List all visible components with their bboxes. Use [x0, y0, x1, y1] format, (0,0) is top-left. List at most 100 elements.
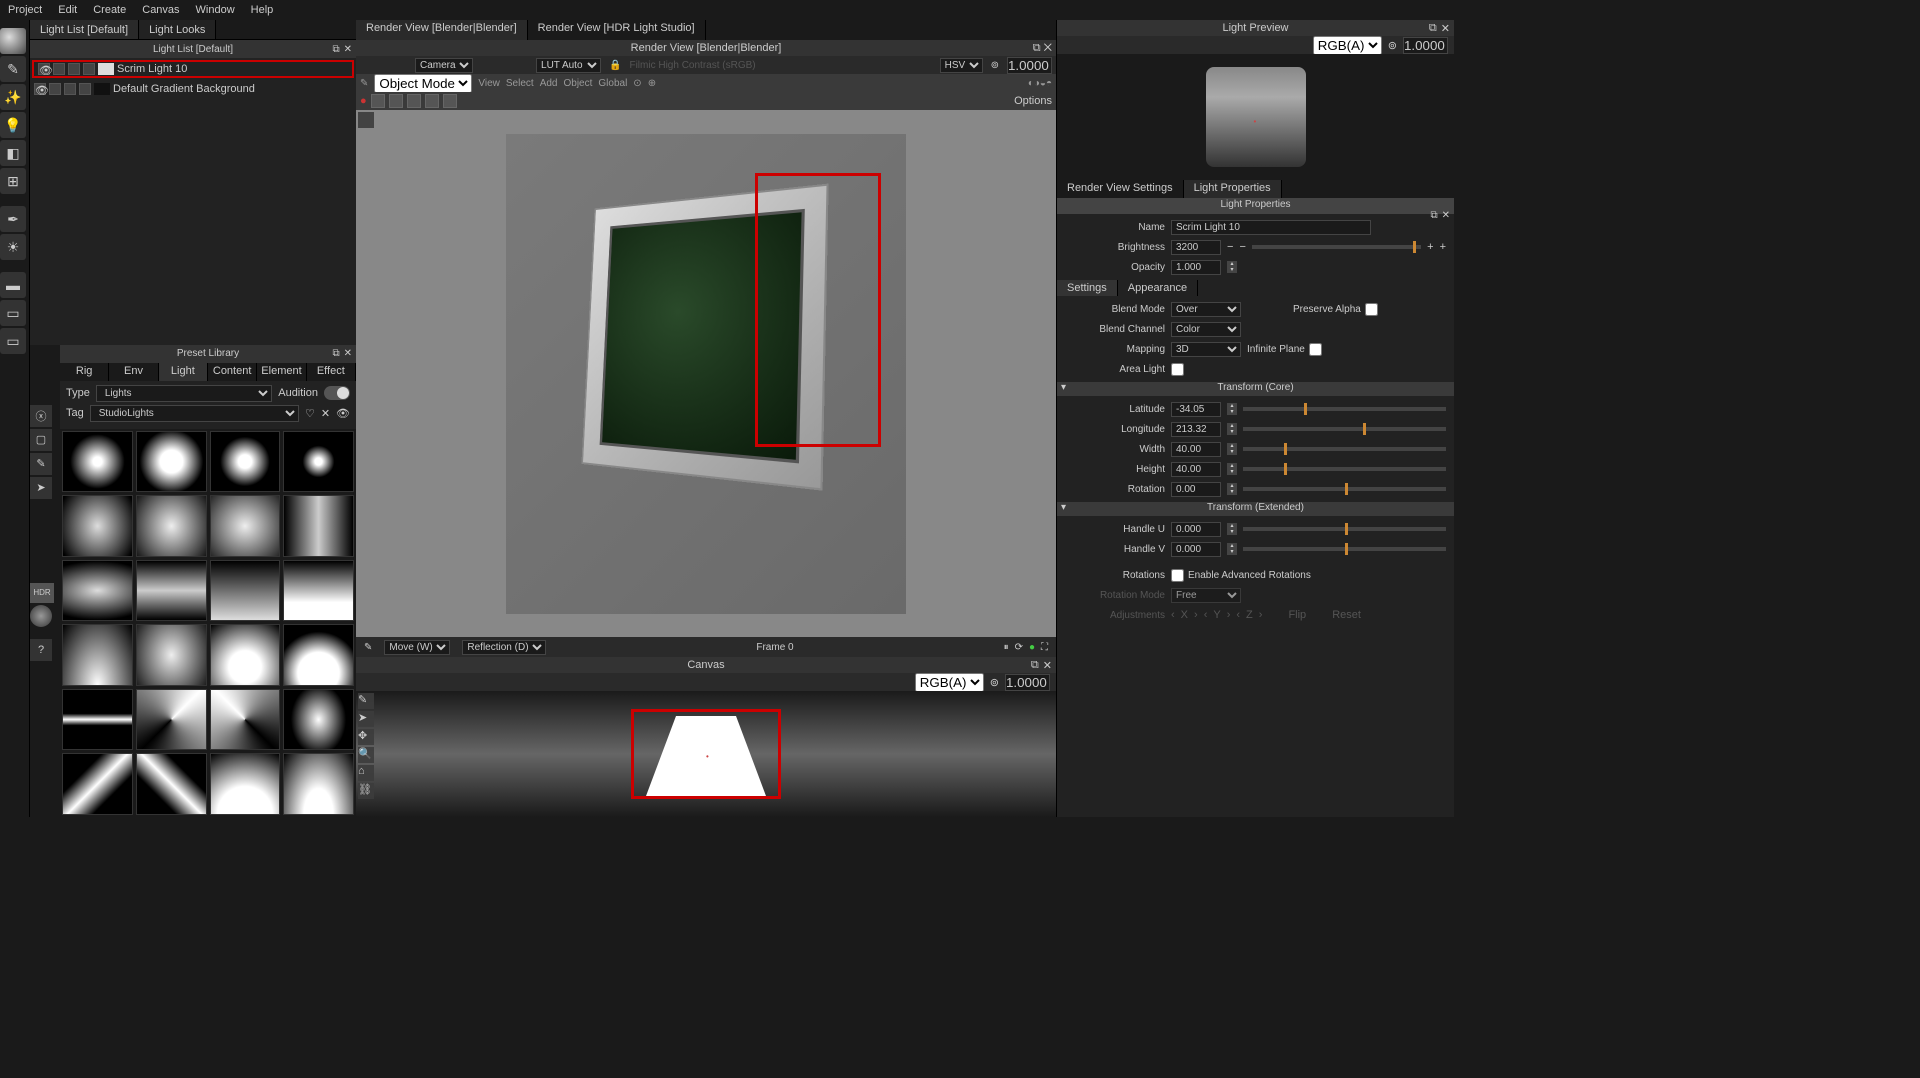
- minus2-icon[interactable]: −: [1239, 241, 1245, 253]
- canvas-exposure[interactable]: [1005, 674, 1050, 691]
- undock-icon[interactable]: ⧉: [1430, 210, 1437, 221]
- vp-btn[interactable]: [389, 94, 403, 108]
- tool-light-icon[interactable]: 💡: [0, 112, 26, 138]
- close-icon[interactable]: ✕: [1043, 659, 1052, 672]
- tool-panel3-icon[interactable]: ▭: [0, 328, 26, 354]
- move-icon[interactable]: ✥: [358, 729, 374, 745]
- hsv-select[interactable]: HSV: [940, 58, 983, 73]
- tool-panel1-icon[interactable]: ▬: [0, 272, 26, 298]
- menu-view[interactable]: View: [478, 78, 500, 89]
- tool-brush-icon[interactable]: ✎: [0, 56, 26, 82]
- preset-thumb[interactable]: [210, 753, 281, 815]
- preset-thumb[interactable]: [62, 753, 133, 815]
- preset-tab-content[interactable]: Content: [208, 363, 257, 381]
- x-icon[interactable]: ✕: [321, 407, 330, 420]
- exposure-value[interactable]: [1007, 57, 1052, 74]
- light-row-scrim-10[interactable]: 👁 Scrim Light 10: [32, 60, 354, 78]
- aperture-icon[interactable]: ⊚: [991, 60, 999, 71]
- preset-tab-rig[interactable]: Rig: [60, 363, 109, 381]
- tab-render-settings[interactable]: Render View Settings: [1057, 180, 1184, 198]
- eye-icon[interactable]: 👁: [336, 407, 350, 420]
- menu-create[interactable]: Create: [93, 4, 126, 16]
- down-icon[interactable]: ▾: [1227, 529, 1237, 535]
- preset-thumb[interactable]: [62, 431, 133, 493]
- solo-icon[interactable]: [53, 63, 65, 75]
- reflection-select[interactable]: Reflection (D): [462, 640, 546, 655]
- preview-exposure[interactable]: [1403, 37, 1448, 54]
- undock-icon[interactable]: ⧉: [1031, 659, 1039, 672]
- move-mode-select[interactable]: Move (W): [384, 640, 450, 655]
- camera-select[interactable]: Camera: [415, 58, 473, 73]
- preset-thumb[interactable]: [62, 560, 133, 622]
- infinite-plane-checkbox[interactable]: [1309, 343, 1322, 356]
- menu-edit[interactable]: Edit: [58, 4, 77, 16]
- handle-u-input[interactable]: [1171, 522, 1221, 537]
- tool-dir-icon[interactable]: ✎: [30, 453, 52, 475]
- name-input[interactable]: [1171, 220, 1371, 235]
- audition-toggle[interactable]: [324, 386, 350, 400]
- preset-tab-env[interactable]: Env: [109, 363, 158, 381]
- tool-pattern-icon[interactable]: ⊞: [0, 168, 26, 194]
- height-input[interactable]: [1171, 462, 1221, 477]
- close-icon[interactable]: ✕: [1441, 22, 1450, 35]
- latitude-slider[interactable]: [1243, 407, 1446, 411]
- tool-sun-icon[interactable]: ☀: [0, 234, 26, 260]
- menu-add[interactable]: Add: [540, 78, 558, 89]
- tab-light-properties[interactable]: Light Properties: [1184, 180, 1282, 198]
- preset-thumb[interactable]: [136, 624, 207, 686]
- preset-thumb[interactable]: [62, 624, 133, 686]
- down-icon[interactable]: ▾: [1227, 449, 1237, 455]
- tab-light-list[interactable]: Light List [Default]: [30, 20, 139, 39]
- down-icon[interactable]: ▾: [1227, 429, 1237, 435]
- width-slider[interactable]: [1243, 447, 1446, 451]
- undock-icon[interactable]: ⧉: [332, 348, 339, 359]
- tool-hdr-icon[interactable]: HDR: [30, 583, 54, 603]
- preset-thumb[interactable]: [283, 495, 354, 557]
- brightness-slider[interactable]: [1252, 245, 1421, 249]
- options-dropdown[interactable]: Options: [1014, 95, 1052, 107]
- visibility-icon[interactable]: 👁: [38, 63, 50, 75]
- move-mode-icon[interactable]: ✎: [364, 642, 372, 653]
- opacity-input[interactable]: [1171, 260, 1221, 275]
- longitude-slider[interactable]: [1243, 427, 1446, 431]
- down-icon[interactable]: ▾: [1227, 489, 1237, 495]
- undock-icon[interactable]: ⧉: [1429, 22, 1437, 35]
- preset-thumb[interactable]: [210, 624, 281, 686]
- latitude-input[interactable]: [1171, 402, 1221, 417]
- preset-thumb[interactable]: [283, 624, 354, 686]
- refresh-icon[interactable]: ⟳: [1015, 642, 1023, 653]
- plus-icon[interactable]: +: [1427, 241, 1433, 253]
- collapse-icon[interactable]: ▾: [1061, 502, 1066, 513]
- transform-core-header[interactable]: ▾ Transform (Core): [1057, 382, 1454, 396]
- tool-clear-icon[interactable]: ⓧ: [30, 405, 52, 427]
- undock-icon[interactable]: ⧉: [332, 44, 339, 55]
- solo-icon[interactable]: [49, 83, 61, 95]
- down-icon[interactable]: ▾: [1227, 409, 1237, 415]
- rotation-input[interactable]: [1171, 482, 1221, 497]
- plus2-icon[interactable]: +: [1440, 241, 1446, 253]
- preset-thumb[interactable]: [136, 689, 207, 751]
- menu-canvas[interactable]: Canvas: [142, 4, 179, 16]
- vp-btn[interactable]: [407, 94, 421, 108]
- lock-icon[interactable]: [68, 63, 80, 75]
- render-tab-blender[interactable]: Render View [Blender|Blender]: [356, 20, 528, 40]
- vp-btn[interactable]: [371, 94, 385, 108]
- canvas-viewport[interactable]: ✎ ➤ ✥ 🔍 ⌂ ⛓ •: [356, 691, 1056, 817]
- tool-help-icon[interactable]: ?: [30, 639, 52, 661]
- preset-thumb[interactable]: [136, 431, 207, 493]
- tool-cursor-icon[interactable]: ➤: [30, 477, 52, 499]
- tool-eraser-icon[interactable]: ◧: [0, 140, 26, 166]
- tag-select[interactable]: StudioLights: [90, 405, 299, 422]
- pause-icon[interactable]: ⏸: [1004, 642, 1009, 653]
- render-tab-hdr[interactable]: Render View [HDR Light Studio]: [528, 20, 706, 40]
- zoom-icon[interactable]: 🔍: [358, 747, 374, 763]
- blend-channel-select[interactable]: Color: [1171, 322, 1241, 337]
- height-slider[interactable]: [1243, 467, 1446, 471]
- preset-thumb[interactable]: [136, 495, 207, 557]
- settings-subtab[interactable]: Settings: [1057, 280, 1118, 296]
- menu-help[interactable]: Help: [251, 4, 274, 16]
- tool-rect-icon[interactable]: ▢: [30, 429, 52, 451]
- tool-sphere-icon[interactable]: [0, 28, 26, 54]
- vp-btn[interactable]: [443, 94, 457, 108]
- preset-thumb[interactable]: [136, 753, 207, 815]
